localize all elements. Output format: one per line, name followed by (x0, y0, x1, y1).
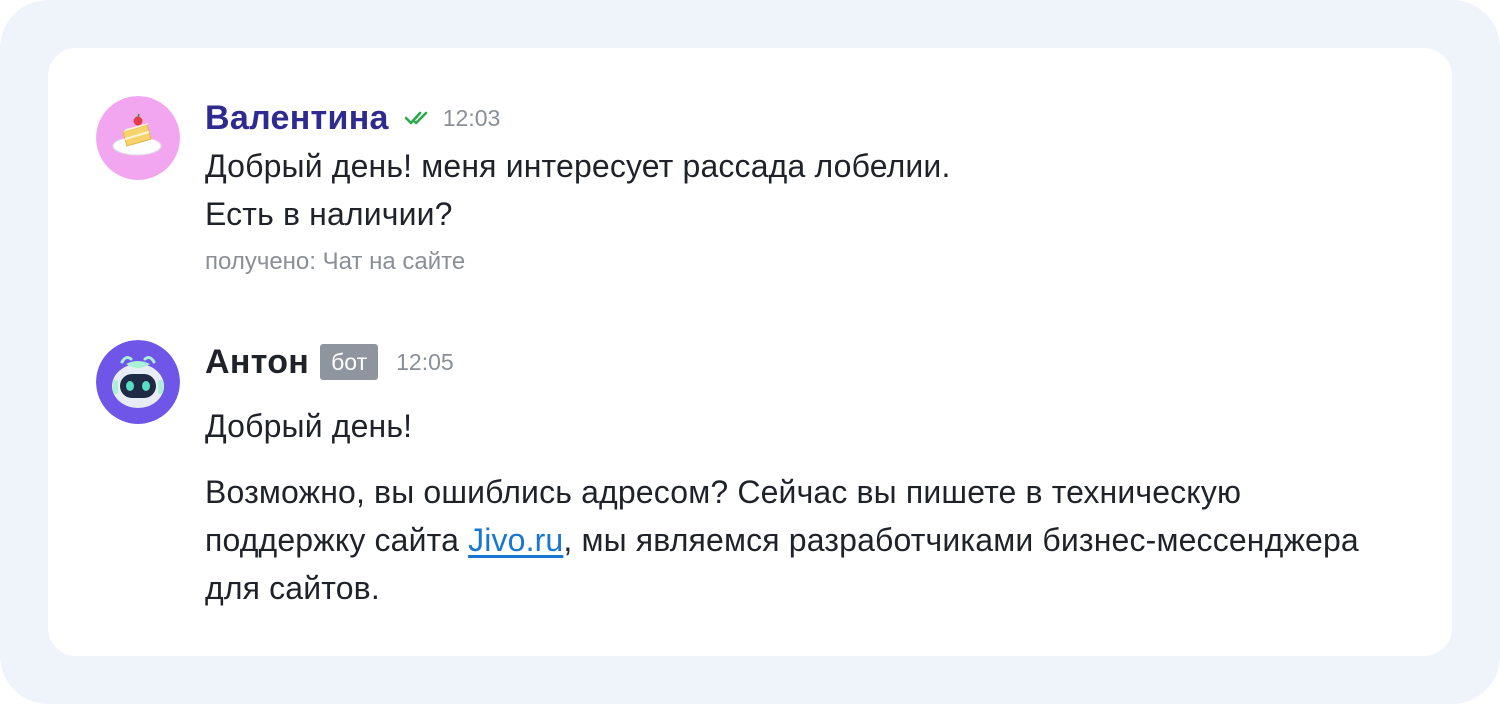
client-avatar[interactable] (96, 96, 180, 180)
cake-slice-icon (96, 96, 180, 180)
agent-message: Антон бот 12:05 Добрый день! Возможно, в… (205, 340, 1392, 612)
client-message: Валентина 12:03 Добрый день! меня интере… (205, 96, 1392, 278)
client-name[interactable]: Валентина (205, 99, 389, 138)
agent-message-time: 12:05 (396, 348, 454, 375)
client-message-header: Валентина 12:03 (205, 96, 1392, 140)
client-message-line-2: Есть в наличии? (205, 196, 453, 232)
message-source: получено: Чат на сайте (205, 248, 466, 275)
outer-frame: Валентина 12:03 Добрый день! меня интере… (0, 0, 1500, 704)
agent-avatar[interactable] (96, 340, 180, 424)
agent-name[interactable]: Антон (205, 343, 309, 382)
double-check-icon (404, 109, 433, 127)
client-message-time: 12:03 (442, 104, 501, 131)
agent-message-body: Возможно, вы ошиблись адресом? Сейчас вы… (205, 468, 1385, 612)
agent-message-header: Антон бот 12:05 (205, 340, 1392, 384)
client-message-line-1: Добрый день! меня интересует рассада лоб… (205, 148, 951, 184)
chat-card: Валентина 12:03 Добрый день! меня интере… (48, 48, 1452, 656)
bot-badge: бот (320, 344, 379, 380)
agent-greeting: Добрый день! (205, 408, 413, 444)
robot-icon (96, 340, 180, 424)
jivo-link[interactable]: Jivo.ru (468, 522, 563, 558)
